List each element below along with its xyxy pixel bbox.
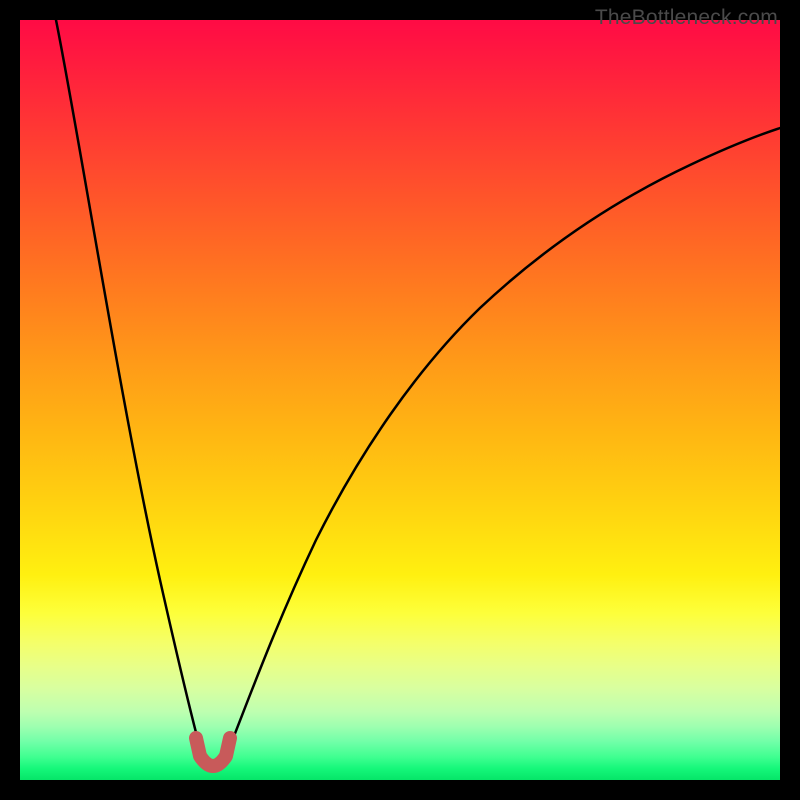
curve-left-branch — [56, 20, 210, 769]
curve-right-branch — [216, 128, 780, 769]
chart-svg — [20, 20, 780, 780]
watermark-text: TheBottleneck.com — [595, 6, 778, 30]
chart-frame — [20, 20, 780, 780]
minimum-highlight — [196, 738, 230, 766]
